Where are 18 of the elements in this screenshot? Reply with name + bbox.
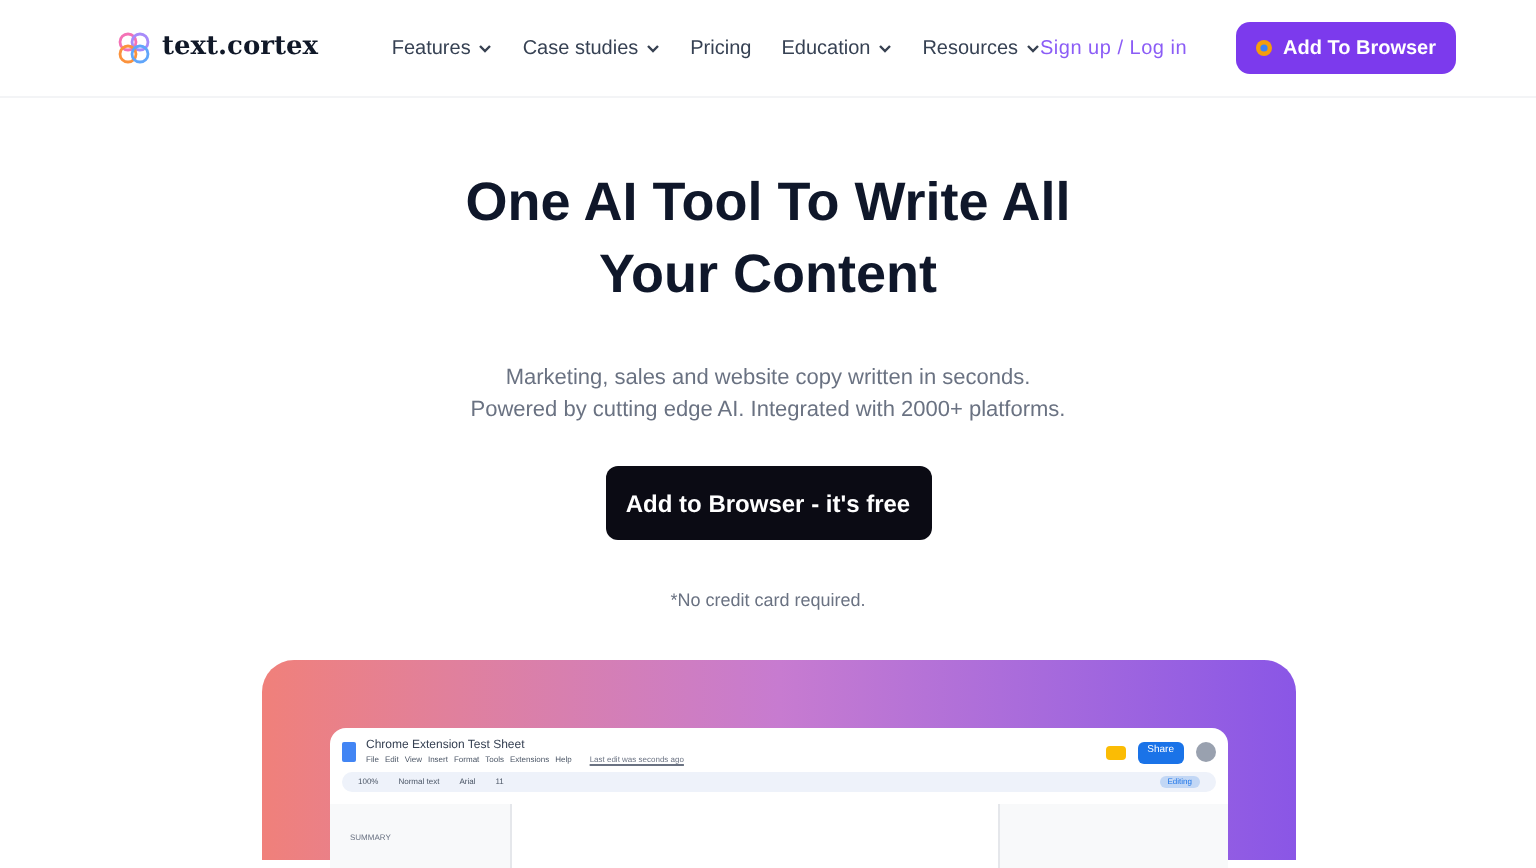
sign-up-login-link[interactable]: Sign up / Log in — [1040, 33, 1188, 63]
nav-link[interactable]: Features — [391, 33, 493, 63]
hero-heading-line: One AI Tool To Write All — [465, 170, 1071, 236]
nav-link[interactable]: Pricing — [690, 33, 752, 63]
nav-link[interactable]: Education — [781, 33, 893, 63]
logo-icon — [116, 30, 152, 66]
logo-text[interactable]: text.cortex — [162, 28, 319, 68]
document-icon — [342, 742, 356, 762]
no-credit-card-note: *No credit card required. — [670, 588, 866, 614]
nav-link[interactable]: Resources — [922, 33, 1041, 63]
hero-subtitle-line: Powered by cutting edge AI. Integrated with 2000+ platforms. — [470, 396, 1066, 426]
browser-icon — [1255, 40, 1272, 56]
add-to-browser-button[interactable]: Add To Browser — [1235, 22, 1456, 74]
hero-subtitle-line: Marketing, sales and website copy written in seconds. — [505, 364, 1031, 394]
avatar-icon — [1196, 742, 1216, 762]
hero-heading-line: Your Content — [599, 242, 937, 308]
nav-link[interactable]: Case studies — [522, 33, 661, 63]
add-to-browser-free-button[interactable]: Add to Browser - it's free — [605, 466, 931, 540]
